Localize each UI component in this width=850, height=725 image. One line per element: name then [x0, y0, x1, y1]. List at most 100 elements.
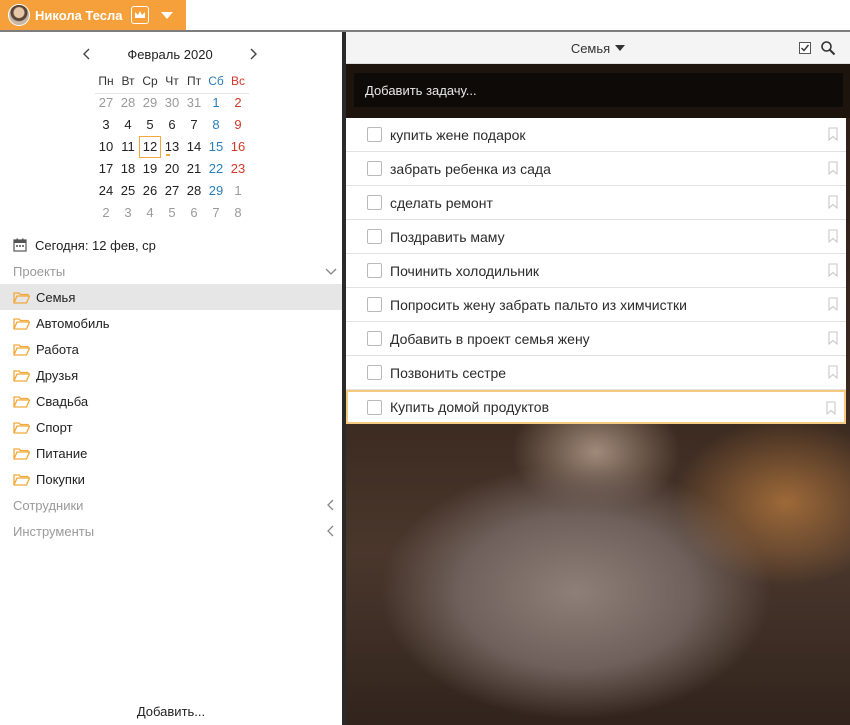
task-checkbox[interactable] — [367, 229, 382, 244]
section-projects[interactable]: Проекты — [13, 261, 338, 281]
calendar-day-selected[interactable]: 12 — [139, 136, 161, 158]
project-item-car[interactable]: Автомобиль — [0, 310, 342, 336]
calendar-day[interactable]: 3 — [95, 114, 117, 136]
chevron-right-icon[interactable] — [246, 47, 260, 61]
calendar-day[interactable]: 21 — [183, 158, 205, 180]
calendar-day[interactable]: 23 — [227, 158, 249, 180]
chevron-left-icon[interactable] — [324, 524, 338, 538]
task-item[interactable]: Поздравить маму — [346, 220, 846, 254]
task-item-selected[interactable]: Купить домой продуктов — [346, 390, 846, 424]
project-item-shopping[interactable]: Покупки — [0, 466, 342, 492]
task-checkbox[interactable] — [367, 161, 382, 176]
chevron-down-icon[interactable] — [324, 264, 338, 278]
bookmark-icon[interactable] — [828, 297, 838, 311]
calendar-day[interactable]: 15 — [205, 136, 227, 158]
calendar-day[interactable]: 7 — [205, 202, 227, 224]
calendar-day[interactable]: 22 — [205, 158, 227, 180]
bookmark-icon[interactable] — [828, 127, 838, 141]
today-label: Сегодня: 12 фев, ср — [35, 237, 156, 253]
calendar-day[interactable]: 2 — [227, 92, 249, 114]
task-checkbox[interactable] — [367, 331, 382, 346]
task-item[interactable]: Добавить в проект семья жену — [346, 322, 846, 356]
chevron-left-icon[interactable] — [80, 47, 94, 61]
bookmark-icon[interactable] — [828, 331, 838, 345]
add-button[interactable]: Добавить... — [0, 704, 342, 719]
task-item[interactable]: Позвонить сестре — [346, 356, 846, 390]
calendar-day[interactable]: 5 — [139, 114, 161, 136]
crown-icon[interactable] — [130, 6, 149, 24]
calendar-day[interactable]: 4 — [117, 114, 139, 136]
calendar-day[interactable]: 6 — [161, 114, 183, 136]
checkbox-toggle-icon[interactable] — [799, 42, 811, 54]
user-menu-button[interactable]: Никола Тесла — [0, 0, 186, 30]
calendar-day[interactable]: 11 — [117, 136, 139, 158]
project-item-wedding[interactable]: Свадьба — [0, 388, 342, 414]
calendar-day[interactable]: 16 — [227, 136, 249, 158]
task-checkbox[interactable] — [367, 195, 382, 210]
calendar-day[interactable]: 30 — [161, 92, 183, 114]
list-title: Семья — [570, 41, 611, 56]
project-item-sport[interactable]: Спорт — [0, 414, 342, 440]
section-employees[interactable]: Сотрудники — [13, 495, 338, 515]
project-item-family[interactable]: Семья — [0, 284, 342, 310]
calendar-day[interactable]: 27 — [95, 92, 117, 114]
bookmark-icon[interactable] — [826, 401, 836, 415]
task-item[interactable]: забрать ребенка из сада — [346, 152, 846, 186]
calendar-day[interactable]: 14 — [183, 136, 205, 158]
task-item[interactable]: Попросить жену забрать пальто из химчист… — [346, 288, 846, 322]
calendar-day[interactable]: 8 — [227, 202, 249, 224]
top-bar: Никола Тесла — [0, 0, 850, 30]
weekday-label: Пн — [98, 74, 114, 88]
chevron-down-icon[interactable] — [160, 11, 173, 19]
calendar-day[interactable]: 6 — [183, 202, 205, 224]
calendar-day[interactable]: 18 — [117, 158, 139, 180]
section-tools[interactable]: Инструменты — [13, 521, 338, 541]
project-item-friends[interactable]: Друзья — [0, 362, 342, 388]
calendar-day[interactable]: 19 — [139, 158, 161, 180]
calendar-day[interactable]: 26 — [139, 180, 161, 202]
task-item[interactable]: купить жене подарок — [346, 118, 846, 152]
task-item[interactable]: сделать ремонт — [346, 186, 846, 220]
calendar-day[interactable]: 13 — [161, 136, 183, 158]
list-title-dropdown[interactable]: Семья — [346, 41, 850, 56]
bookmark-icon[interactable] — [828, 365, 838, 379]
bookmark-icon[interactable] — [828, 161, 838, 175]
calendar-day[interactable]: 29 — [205, 180, 227, 202]
calendar-day[interactable]: 8 — [205, 114, 227, 136]
calendar-day[interactable]: 10 — [95, 136, 117, 158]
task-checkbox[interactable] — [367, 297, 382, 312]
sidebar: Февраль 2020 Пн Вт Ср Чт Пт Сб Вс 27 28 … — [0, 32, 342, 725]
calendar-day[interactable]: 28 — [117, 92, 139, 114]
calendar-day[interactable]: 17 — [95, 158, 117, 180]
calendar-day[interactable]: 24 — [95, 180, 117, 202]
project-item-work[interactable]: Работа — [0, 336, 342, 362]
calendar-day[interactable]: 2 — [95, 202, 117, 224]
calendar-day[interactable]: 3 — [117, 202, 139, 224]
add-task-input[interactable]: Добавить задачу... — [354, 73, 843, 107]
calendar-day[interactable]: 1 — [227, 180, 249, 202]
task-checkbox[interactable] — [367, 399, 382, 415]
calendar-day[interactable]: 27 — [161, 180, 183, 202]
calendar-day[interactable]: 29 — [139, 92, 161, 114]
task-item[interactable]: Починить холодильник — [346, 254, 846, 288]
calendar-day[interactable]: 9 — [227, 114, 249, 136]
calendar-day[interactable]: 5 — [161, 202, 183, 224]
task-checkbox[interactable] — [367, 263, 382, 278]
task-checkbox[interactable] — [367, 127, 382, 142]
calendar-day[interactable]: 28 — [183, 180, 205, 202]
calendar-day[interactable]: 25 — [117, 180, 139, 202]
calendar-day[interactable]: 4 — [139, 202, 161, 224]
bookmark-icon[interactable] — [828, 195, 838, 209]
bookmark-icon[interactable] — [828, 229, 838, 243]
project-item-food[interactable]: Питание — [0, 440, 342, 466]
search-icon[interactable] — [820, 40, 836, 56]
bookmark-icon[interactable] — [828, 263, 838, 277]
calendar-day[interactable]: 1 — [205, 92, 227, 114]
today-link[interactable]: Сегодня: 12 фев, ср — [13, 236, 156, 254]
calendar-day[interactable]: 7 — [183, 114, 205, 136]
chevron-left-icon[interactable] — [324, 498, 338, 512]
calendar-day[interactable]: 31 — [183, 92, 205, 114]
folder-icon — [13, 473, 30, 486]
calendar-day[interactable]: 20 — [161, 158, 183, 180]
task-checkbox[interactable] — [367, 365, 382, 380]
